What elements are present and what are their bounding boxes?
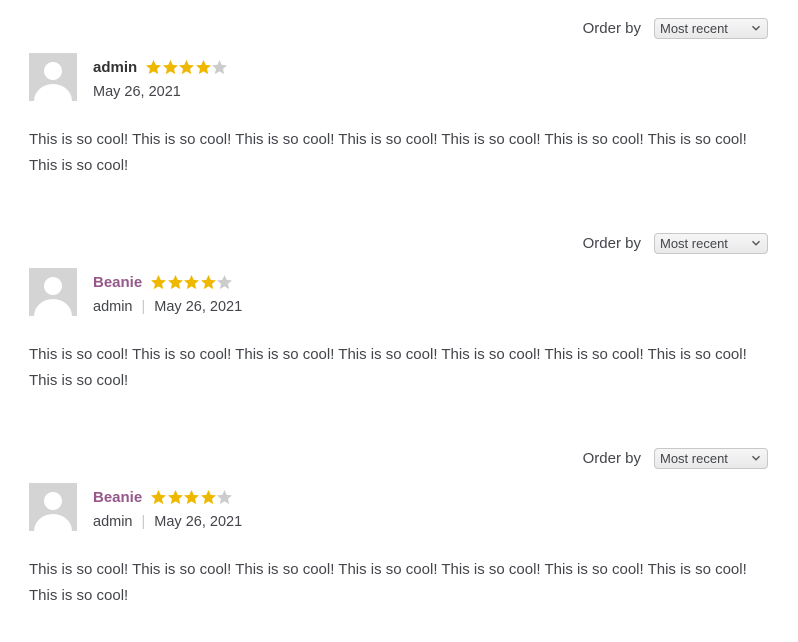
avatar [29,483,77,531]
review-author: admin [93,58,138,76]
review-text: This is so cool! This is so cool! This i… [29,346,747,389]
star-filled-icon [151,274,167,289]
star-filled-icon [151,489,167,504]
star-empty-icon [212,59,228,74]
order-by-select[interactable]: Most recent [654,232,768,254]
star-rating [150,489,233,506]
review-item: Order by Most recent Beanie admin | May … [0,215,798,430]
meta-separator: | [141,514,146,530]
review-text: This is so cool! This is so cool! This i… [29,131,747,174]
star-rating [145,59,228,76]
star-filled-icon [184,489,200,504]
avatar [29,53,77,101]
review-date: May 26, 2021 [154,299,243,315]
review-item: Order by Most recent Beanie admin | May … [0,430,798,642]
review-meta: Beanie admin | May 26, 2021 [93,270,242,318]
chevron-down-icon [751,455,761,461]
avatar [29,268,77,316]
review-date: May 26, 2021 [93,84,181,100]
review-author-link[interactable]: Beanie [93,489,142,506]
avatar-placeholder-icon [29,53,77,101]
star-filled-icon [195,59,211,74]
review-byline: admin [93,514,133,530]
avatar-placeholder-icon [29,268,77,316]
review-byline: admin [93,299,133,315]
order-by: Order by Most recent [583,232,768,254]
star-filled-icon [167,274,183,289]
review-item: Order by Most recent admin May 26, 2021 … [0,0,798,215]
star-filled-icon [162,59,178,74]
order-by-value: Most recent [660,235,728,251]
star-filled-icon [200,274,216,289]
review-date: May 26, 2021 [154,514,243,530]
order-by-label: Order by [582,234,641,252]
review-text: This is so cool! This is so cool! This i… [29,561,747,604]
star-filled-icon [200,489,216,504]
star-empty-icon [217,489,233,504]
star-filled-icon [179,59,195,74]
avatar-placeholder-icon [29,483,77,531]
review-author-link[interactable]: Beanie [93,274,142,291]
chevron-down-icon [751,240,761,246]
order-by: Order by Most recent [583,17,768,39]
star-empty-icon [217,274,233,289]
star-filled-icon [146,59,162,74]
order-by: Order by Most recent [583,447,768,469]
order-by-select[interactable]: Most recent [654,17,768,39]
meta-separator: | [141,299,146,315]
order-by-select[interactable]: Most recent [654,447,768,469]
review-meta: admin May 26, 2021 [93,55,228,103]
order-by-value: Most recent [660,20,728,36]
chevron-down-icon [751,25,761,31]
order-by-label: Order by [582,449,641,467]
review-meta: Beanie admin | May 26, 2021 [93,485,242,533]
order-by-value: Most recent [660,450,728,466]
star-filled-icon [167,489,183,504]
star-filled-icon [184,274,200,289]
order-by-label: Order by [582,19,641,37]
star-rating [150,274,233,291]
